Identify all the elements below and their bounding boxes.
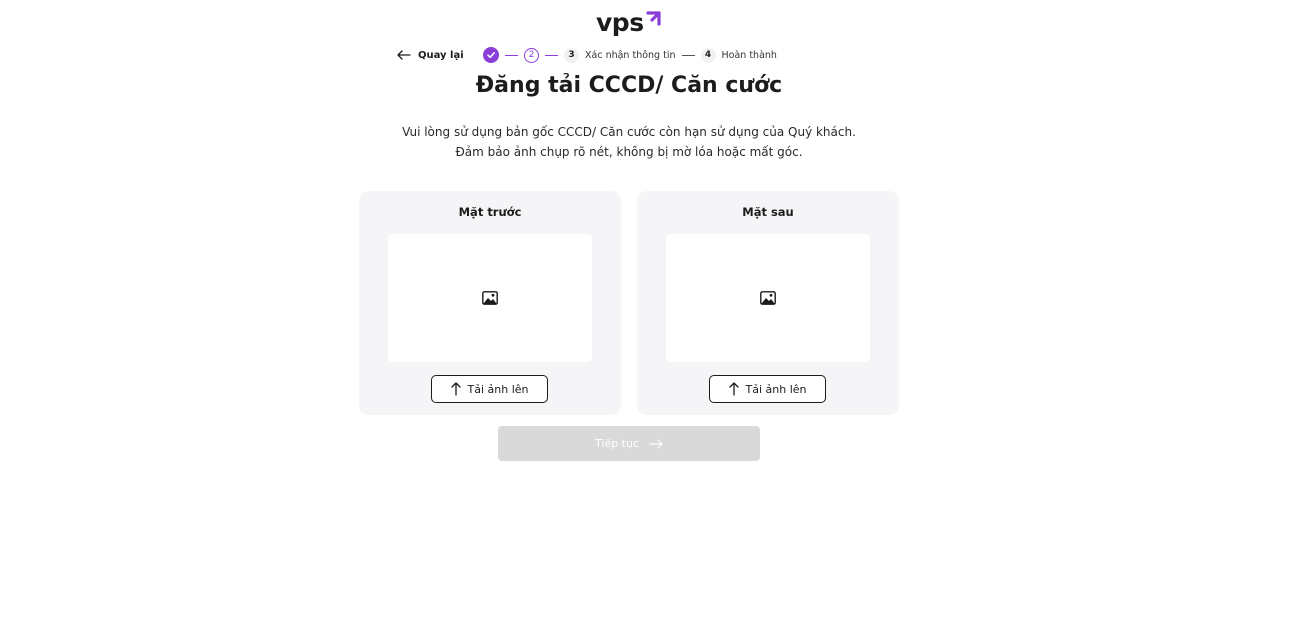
image-icon	[760, 291, 776, 305]
page: vps Quay lại 2 3 Xác nhận thông tin 4 Ho…	[0, 0, 1290, 621]
front-side-card: Mặt trước Tải ảnh lên	[359, 191, 621, 415]
arrow-up-icon	[728, 382, 739, 396]
back-side-card: Mặt sau Tải ảnh lên	[637, 191, 899, 415]
stepper: 2 3 Xác nhận thông tin 4 Hoàn thành	[483, 46, 777, 64]
step-connector	[545, 54, 558, 56]
check-icon	[487, 52, 495, 59]
front-upload-label: Tải ảnh lên	[467, 382, 529, 396]
page-title: Đăng tải CCCD/ Căn cước	[475, 73, 783, 98]
description-line-2: Đảm bảo ảnh chụp rõ nét, không bị mờ lóa…	[455, 145, 803, 159]
front-upload-button[interactable]: Tải ảnh lên	[431, 375, 548, 403]
step-connector	[681, 54, 695, 56]
arrow-right-icon	[649, 438, 663, 449]
back-side-title: Mặt sau	[742, 205, 794, 219]
step-3-number: 3	[564, 47, 579, 63]
arrow-up-icon	[450, 382, 461, 396]
step-1-completed	[483, 47, 499, 63]
step-3-label: Xác nhận thông tin	[585, 49, 676, 61]
step-4-label: Hoàn thành	[721, 49, 777, 61]
back-image-preview[interactable]	[666, 234, 870, 362]
back-label: Quay lại	[418, 49, 464, 61]
back-upload-label: Tải ảnh lên	[745, 382, 807, 396]
continue-button[interactable]: Tiếp tục	[498, 426, 760, 461]
logo-text: vps	[596, 8, 644, 37]
step-4-number: 4	[700, 47, 716, 63]
vps-logo: vps	[596, 8, 662, 38]
arrow-left-icon	[397, 50, 411, 60]
image-icon	[482, 291, 498, 305]
front-image-preview[interactable]	[388, 234, 592, 362]
page-description: Vui lòng sử dụng bản gốc CCCD/ Căn cước …	[0, 122, 1258, 162]
continue-label: Tiếp tục	[594, 437, 640, 450]
step-2-active: 2	[524, 47, 539, 63]
back-upload-button[interactable]: Tải ảnh lên	[709, 375, 826, 403]
front-side-title: Mặt trước	[458, 205, 522, 219]
logo-mark-icon	[645, 11, 661, 26]
description-line-1: Vui lòng sử dụng bản gốc CCCD/ Căn cước …	[402, 125, 856, 139]
step-connector	[505, 54, 518, 56]
back-button[interactable]: Quay lại	[397, 46, 464, 64]
